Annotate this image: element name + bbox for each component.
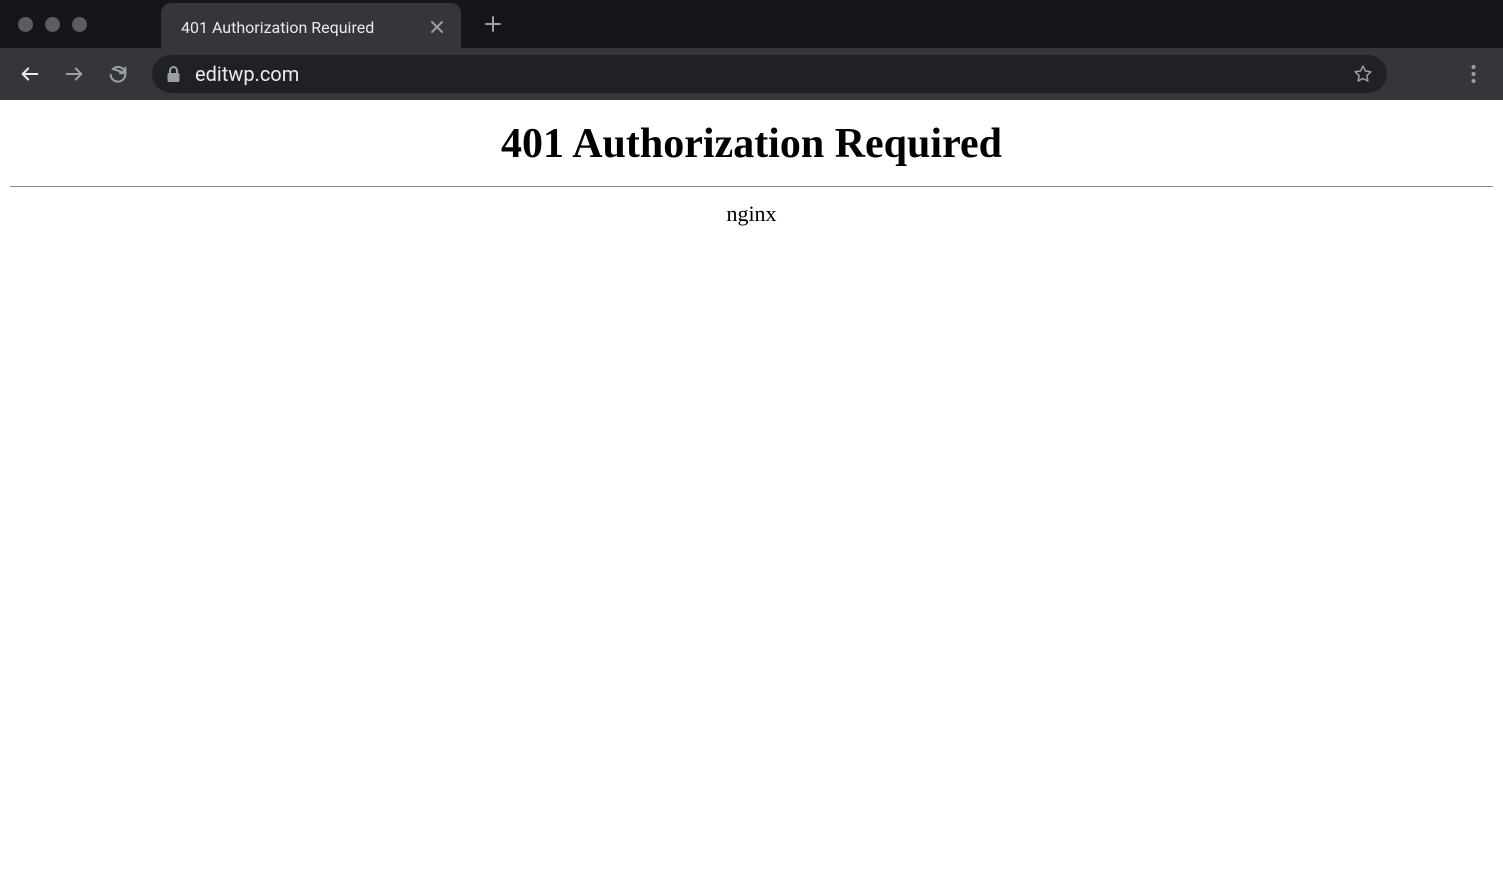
close-tab-button[interactable] [427,17,447,37]
address-bar[interactable]: editwp.com [152,55,1387,93]
browser-toolbar: editwp.com [0,48,1503,100]
window-maximize-button[interactable] [72,17,87,32]
lock-icon [166,66,181,83]
browser-tab[interactable]: 401 Authorization Required [161,3,461,51]
back-button[interactable] [12,56,48,92]
tab-title: 401 Authorization Required [181,18,427,37]
tab-strip: 401 Authorization Required [0,0,1503,48]
page-content: 401 Authorization Required nginx [0,100,1503,237]
plus-icon [484,15,502,33]
url-text: editwp.com [195,62,1339,86]
bookmark-button[interactable] [1353,64,1373,84]
window-minimize-button[interactable] [45,17,60,32]
window-controls [12,17,111,32]
new-tab-button[interactable] [477,8,509,40]
browser-chrome: 401 Authorization Required [0,0,1503,100]
kebab-menu-icon [1471,64,1476,84]
reload-button[interactable] [100,56,136,92]
divider [10,186,1493,187]
window-close-button[interactable] [18,17,33,32]
arrow-right-icon [63,63,85,85]
reload-icon [107,63,129,85]
server-name: nginx [10,201,1493,227]
close-icon [430,20,444,34]
arrow-left-icon [19,63,41,85]
browser-menu-button[interactable] [1455,56,1491,92]
star-icon [1353,64,1373,84]
error-heading: 401 Authorization Required [10,120,1493,168]
forward-button[interactable] [56,56,92,92]
